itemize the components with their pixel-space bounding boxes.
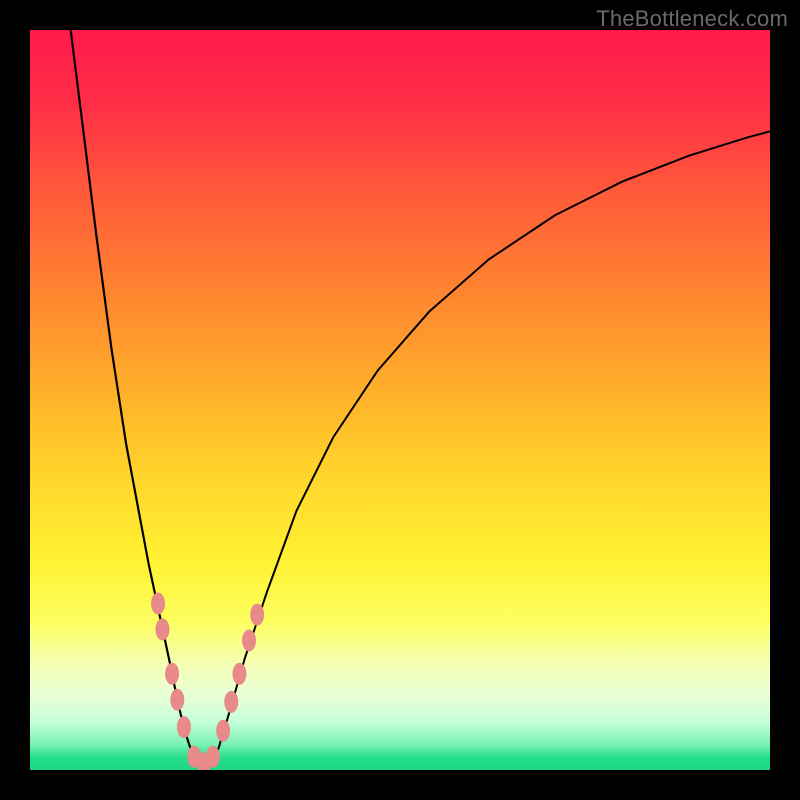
background-gradient xyxy=(30,30,770,770)
plot-area xyxy=(30,30,770,770)
chart-stage: TheBottleneck.com xyxy=(0,0,800,800)
watermark-text: TheBottleneck.com xyxy=(596,6,788,32)
